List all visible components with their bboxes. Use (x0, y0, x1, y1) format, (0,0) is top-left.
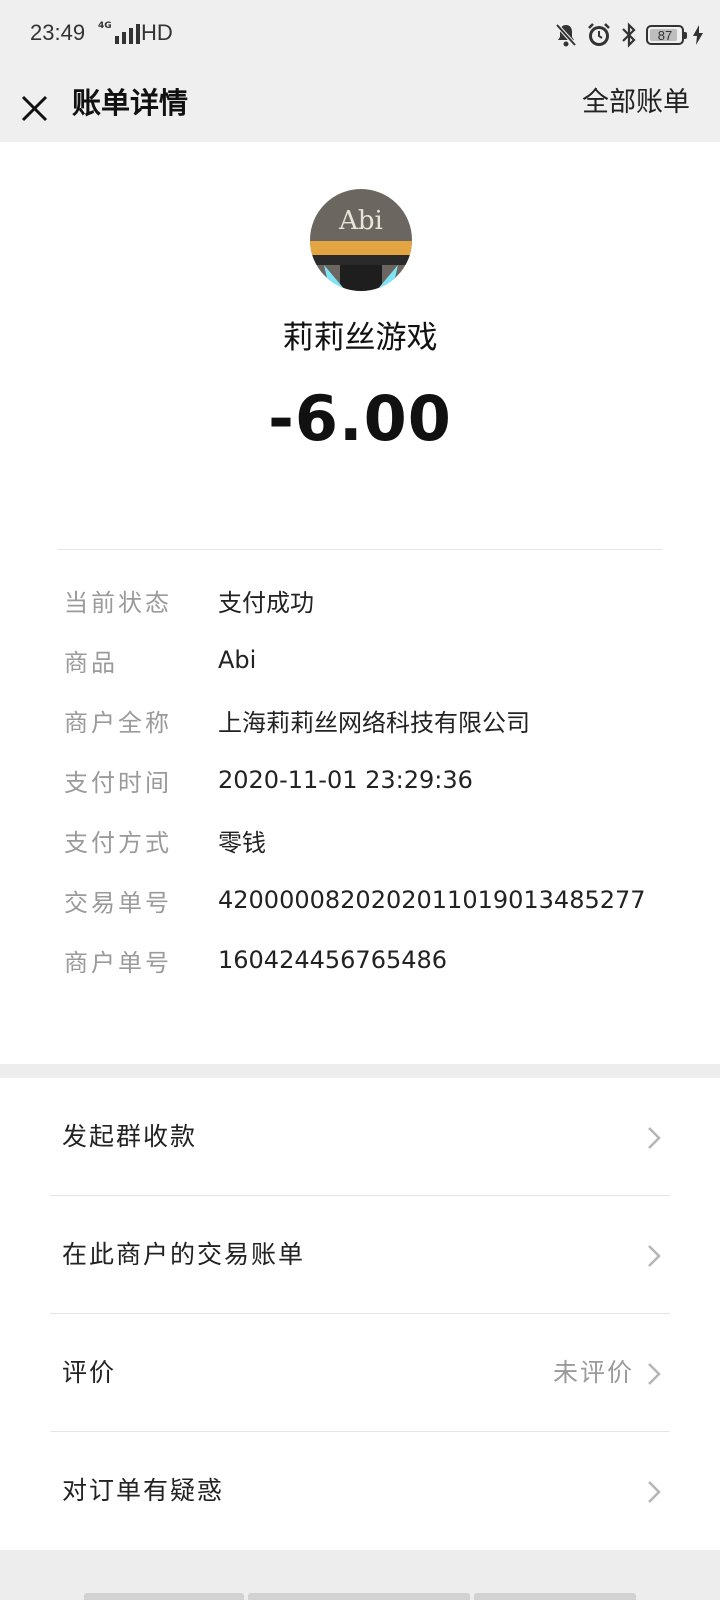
avatar-text: Abi (338, 206, 383, 236)
detail-value[interactable]: 1604244567654​86 (218, 946, 447, 974)
action-label: 评价 (62, 1358, 117, 1387)
action-label: 发起群收款 (62, 1122, 198, 1151)
action-review[interactable]: 评价 未评价 (0, 1314, 720, 1432)
action-merchant-bills[interactable]: 在此商户的交易账单 (0, 1196, 720, 1314)
close-button[interactable] (18, 82, 58, 130)
detail-row-status: 当前状态 支付成功 (64, 575, 694, 625)
detail-value: 上海莉莉丝网络科技有限公司 (218, 708, 530, 737)
detail-label: 商户全称 (64, 708, 172, 737)
battery-icon: 87 (646, 25, 687, 45)
bill-summary-card: Abi 莉莉丝游戏 -6.00 当前状态 支付成功 商品 Abi 商户全称 上海… (0, 142, 720, 1064)
chevron-right-icon (648, 1363, 661, 1385)
detail-label: 当前状态 (64, 588, 172, 617)
status-icons: 87 (554, 20, 704, 50)
detail-row-transaction-id: 交易单号 4200000820202011019013485277 (64, 875, 694, 925)
detail-value: 2020-11-01 23:29:36 (218, 766, 473, 794)
action-label: 对订单有疑惑 (62, 1476, 225, 1505)
page-title: 账单详情 (72, 86, 189, 120)
action-order-question[interactable]: 对订单有疑惑 (0, 1432, 720, 1550)
alarm-icon (588, 23, 610, 46)
close-icon (21, 95, 48, 122)
all-bills-link[interactable]: 全部账单 (582, 80, 690, 126)
battery-level: 87 (657, 27, 673, 43)
status-bar: 23:49 4G HD 87 (0, 0, 720, 70)
mute-bell-icon (555, 23, 577, 47)
nav-bar: 账单详情 全部账单 (0, 70, 720, 142)
action-group-collection[interactable]: 发起群收款 (0, 1078, 720, 1196)
detail-value: 支付成功 (218, 588, 314, 617)
detail-label: 支付时间 (64, 768, 172, 797)
detail-value: 零钱 (218, 828, 266, 857)
detail-row-payment-time: 支付时间 2020-11-01 23:29:36 (64, 755, 694, 805)
payment-amount: -6.00 (268, 382, 452, 455)
detail-label: 商品 (64, 648, 118, 677)
detail-label: 支付方式 (64, 828, 172, 857)
bluetooth-icon (622, 22, 636, 48)
detail-value: Abi (218, 646, 257, 674)
detail-row-merchant-order-id: 商户单号 1604244567654​86 (64, 935, 694, 985)
chevron-right-icon (648, 1127, 661, 1149)
detail-row-payment-method: 支付方式 零钱 (64, 815, 694, 865)
divider (58, 549, 662, 550)
merchant-avatar: Abi (310, 189, 412, 291)
detail-label: 交易单号 (64, 888, 172, 917)
chevron-right-icon (648, 1245, 661, 1267)
signal-icon: 4G (98, 22, 140, 44)
detail-row-product: 商品 Abi (64, 635, 694, 685)
bottom-gesture-bar (0, 1585, 720, 1600)
network-type: 4G (98, 21, 112, 31)
detail-value[interactable]: 4200000820202011019013485277 (218, 886, 646, 914)
detail-row-merchant-full-name: 商户全称 上海莉莉丝网络科技有限公司 (64, 695, 694, 745)
hd-indicator: HD (141, 20, 173, 45)
action-label: 在此商户的交易账单 (62, 1240, 306, 1269)
chevron-right-icon (648, 1481, 661, 1503)
review-status: 未评价 (552, 1358, 634, 1387)
status-time: 23:49 (30, 20, 86, 45)
merchant-name: 莉莉丝游戏 (282, 320, 438, 356)
charging-icon (693, 25, 703, 45)
detail-label: 商户单号 (64, 948, 172, 977)
action-list: 发起群收款 在此商户的交易账单 评价 未评价 对订单有疑惑 (0, 1078, 720, 1550)
